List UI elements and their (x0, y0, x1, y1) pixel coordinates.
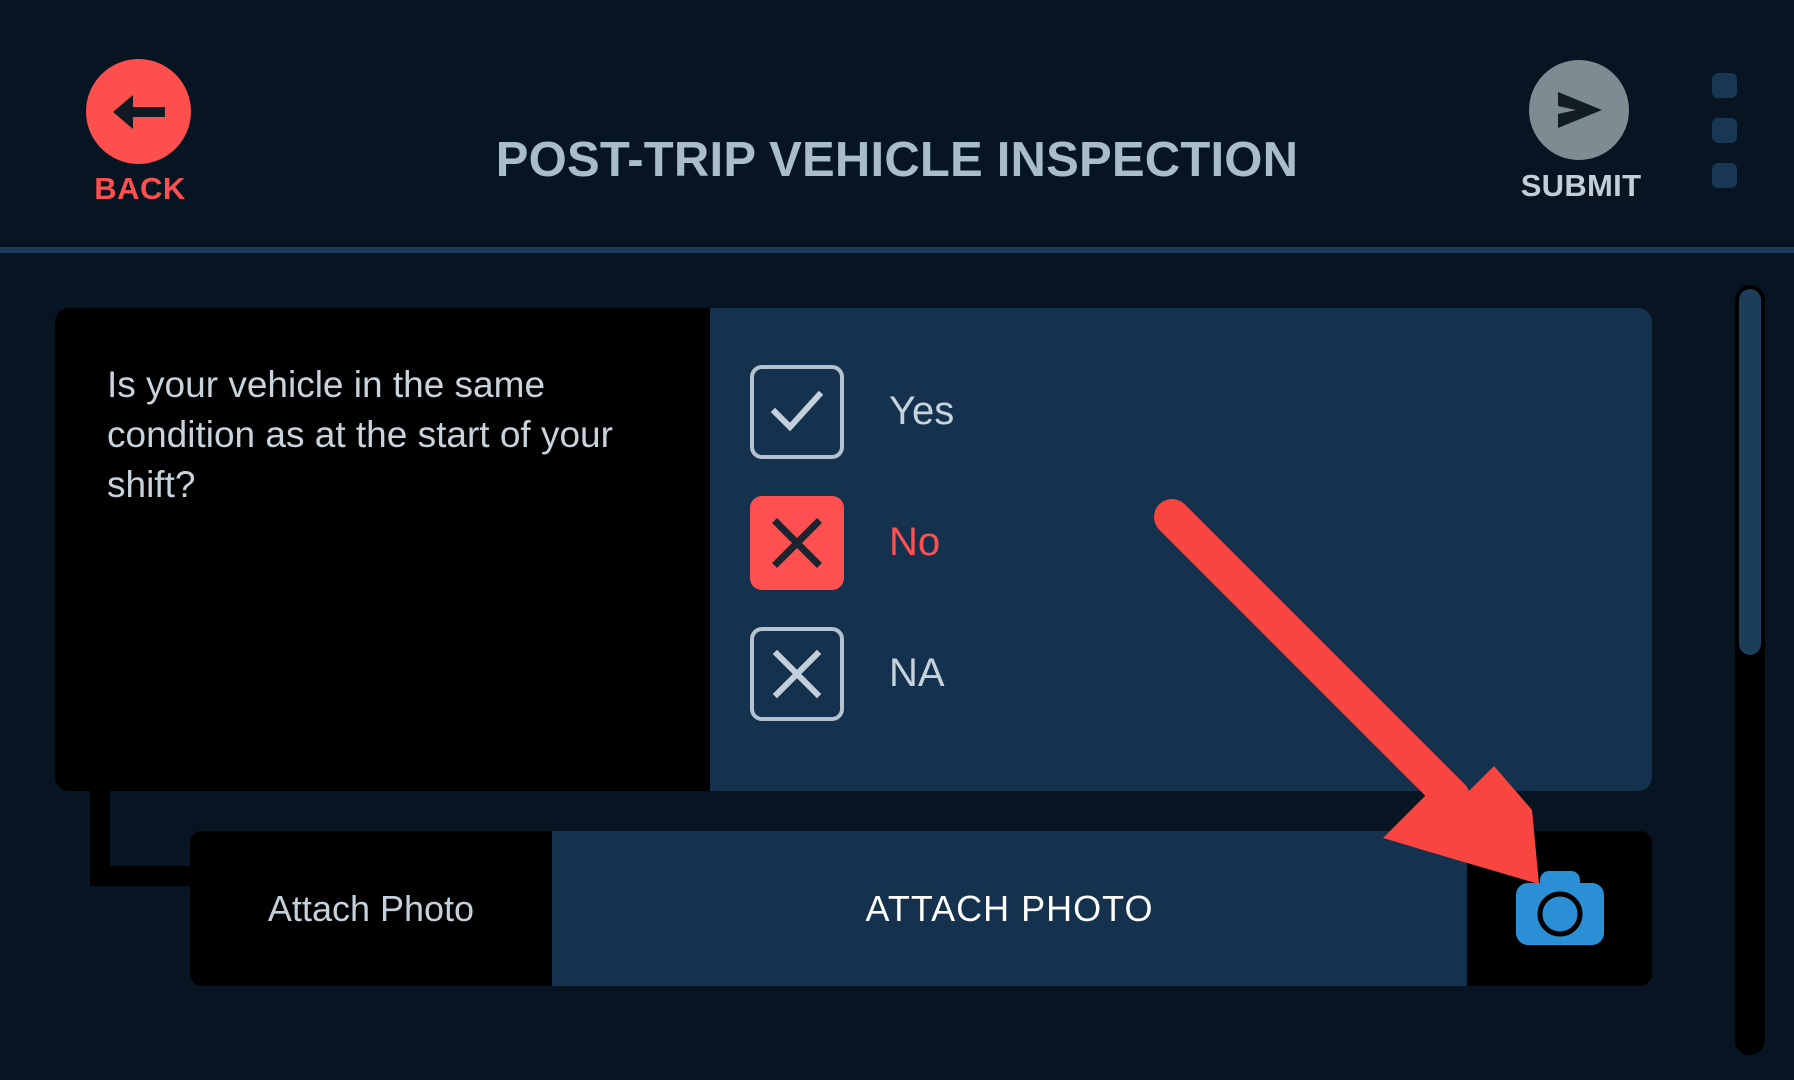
submit-button[interactable]: SUBMIT (1521, 60, 1641, 220)
attach-photo-button[interactable]: ATTACH PHOTO (552, 831, 1467, 986)
attach-photo-button-text: ATTACH PHOTO (865, 887, 1154, 929)
checkbox-na[interactable] (750, 626, 844, 721)
overflow-dot (1712, 73, 1737, 98)
attach-photo-field-label: Attach Photo (190, 831, 552, 986)
question-text: Is your vehicle in the same condition as… (107, 364, 613, 505)
question-card: Is your vehicle in the same condition as… (55, 308, 1652, 791)
x-icon (772, 517, 822, 568)
answer-options-panel: Yes No NA (710, 308, 1652, 791)
checkbox-yes[interactable] (750, 364, 844, 459)
submit-button-label: SUBMIT (1520, 168, 1642, 203)
scrollbar-track[interactable] (1735, 285, 1765, 1055)
answer-option-yes[interactable]: Yes (750, 346, 1652, 477)
app-header: BACK POST-TRIP VEHICLE INSPECTION SUBMIT (0, 0, 1794, 247)
checkbox-no[interactable] (750, 495, 844, 590)
camera-icon (1515, 870, 1604, 945)
overflow-dot (1712, 163, 1737, 188)
app-root: BACK POST-TRIP VEHICLE INSPECTION SUBMIT… (0, 0, 1794, 1080)
content-area: Is your vehicle in the same condition as… (0, 253, 1794, 1080)
camera-button[interactable] (1467, 831, 1652, 986)
send-icon (1558, 92, 1602, 128)
answer-label-yes: Yes (889, 389, 955, 433)
overflow-dot (1712, 118, 1737, 143)
answer-label-na: NA (889, 651, 945, 695)
check-icon (770, 390, 824, 431)
submit-circle (1529, 60, 1629, 160)
question-panel: Is your vehicle in the same condition as… (55, 308, 710, 791)
more-vertical-icon[interactable] (1712, 73, 1740, 188)
attach-photo-label-text: Attach Photo (267, 887, 475, 929)
x-icon (772, 649, 822, 698)
answer-option-na[interactable]: NA (750, 608, 1652, 739)
attach-photo-row: Attach Photo ATTACH PHOTO (190, 831, 1652, 986)
answer-option-no[interactable]: No (750, 477, 1652, 608)
answer-label-no: No (889, 520, 941, 564)
arrow-left-icon (112, 94, 165, 129)
scrollbar-thumb[interactable] (1739, 289, 1761, 655)
